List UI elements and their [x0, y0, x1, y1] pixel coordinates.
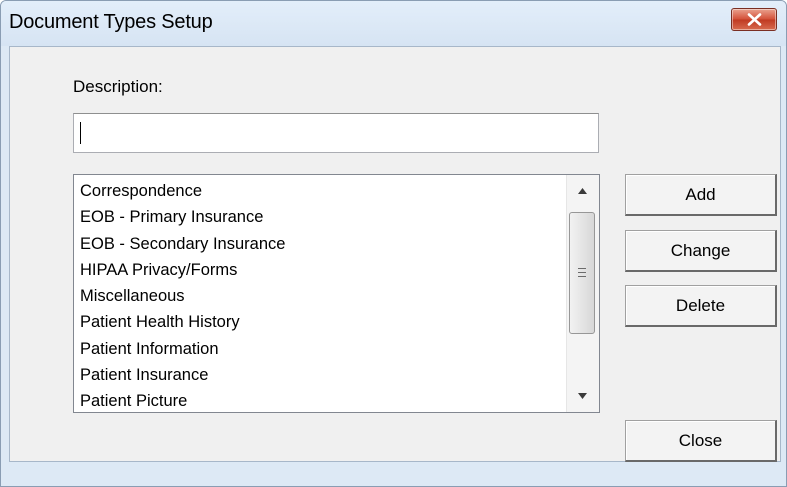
list-item[interactable]: Patient Picture: [80, 388, 285, 412]
scroll-down-button[interactable]: [567, 380, 598, 412]
scroll-up-button[interactable]: [567, 175, 598, 207]
list-item[interactable]: Patient Information: [80, 336, 285, 362]
delete-button[interactable]: Delete: [625, 285, 777, 327]
vertical-scrollbar[interactable]: [566, 175, 599, 412]
document-types-setup-window: Document Types Setup Description: Corres…: [0, 0, 787, 487]
document-types-list[interactable]: Correspondence EOB - Primary Insurance E…: [73, 174, 600, 413]
list-item[interactable]: Patient Health History: [80, 309, 285, 335]
list-item[interactable]: HIPAA Privacy/Forms: [80, 257, 285, 283]
window-bottom-frame: [1, 463, 786, 486]
window-title: Document Types Setup: [9, 11, 213, 33]
dialog-client-area: Description: Correspondence EOB - Primar…: [9, 46, 781, 462]
add-button[interactable]: Add: [625, 174, 777, 216]
list-item[interactable]: Correspondence: [80, 178, 285, 204]
window-close-button[interactable]: [731, 8, 777, 31]
description-input[interactable]: [73, 113, 599, 153]
scroll-up-arrow-icon: [578, 188, 587, 194]
list-item[interactable]: EOB - Secondary Insurance: [80, 231, 285, 257]
close-button[interactable]: Close: [625, 420, 777, 462]
scrollbar-thumb[interactable]: [569, 212, 595, 334]
change-button[interactable]: Change: [625, 230, 777, 272]
list-item[interactable]: Patient Insurance: [80, 362, 285, 388]
list-item[interactable]: Miscellaneous: [80, 283, 285, 309]
list-item[interactable]: EOB - Primary Insurance: [80, 204, 285, 230]
scroll-down-arrow-icon: [578, 393, 587, 399]
close-icon: [747, 13, 762, 26]
description-label: Description:: [73, 77, 163, 96]
title-bar[interactable]: Document Types Setup: [1, 1, 786, 46]
grip-icon: [578, 268, 586, 280]
list-items: Correspondence EOB - Primary Insurance E…: [80, 178, 285, 412]
text-caret: [80, 122, 81, 144]
